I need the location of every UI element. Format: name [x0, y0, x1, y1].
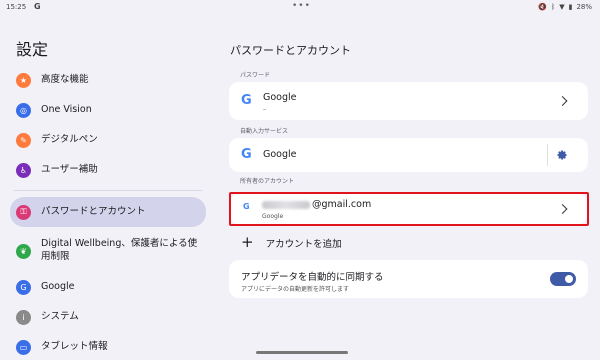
divider: [14, 190, 202, 191]
battery-percent: 28%: [576, 3, 592, 11]
sidebar-item-label: システム: [41, 310, 79, 322]
sidebar-item-label: デジタルペン: [41, 133, 98, 145]
sidebar-item-system[interactable]: i システム: [10, 303, 206, 331]
sidebar-item-digital-wellbeing[interactable]: ❦ Digital Wellbeing、保護者による使用制限: [10, 231, 206, 271]
password-manager-sub: –: [263, 106, 266, 113]
plus-icon: +: [241, 233, 254, 251]
home-gesture-bar[interactable]: [256, 351, 348, 354]
add-account-label: アカウントを追加: [265, 238, 342, 250]
auto-sync-row[interactable]: アプリデータを自動的に同期する アプリにデータの自動更新を許可します: [229, 260, 588, 298]
pen-icon: ✎: [16, 132, 31, 148]
sidebar-item-google[interactable]: G Google: [10, 273, 206, 301]
sidebar-item-label: ユーザー補助: [41, 163, 98, 175]
google-notification-icon: G: [34, 2, 41, 11]
sidebar-item-label: タブレット情報: [41, 340, 108, 352]
auto-sync-description: アプリにデータの自動更新を許可します: [241, 286, 350, 293]
autofill-service-row[interactable]: G Google: [229, 138, 588, 172]
accessibility-icon: ♿: [16, 162, 31, 178]
sidebar: ★ 高度な機能 ◎ One Vision ✎ デジタルペン ♿ ユーザー補助 ⚿…: [10, 66, 206, 360]
sidebar-item-label: One Vision: [41, 103, 92, 115]
auto-sync-toggle[interactable]: [550, 272, 576, 286]
password-manager-name: Google: [263, 92, 297, 103]
info-icon: i: [16, 309, 31, 325]
status-bar: 15:25 G ••• 🔇 ᛒ ▼ ▮ 28%: [0, 0, 600, 14]
sidebar-item-label: Google: [41, 280, 75, 292]
sidebar-item-passwords-accounts[interactable]: ⚿ パスワードとアカウント: [10, 197, 206, 227]
sidebar-item-label: 高度な機能: [41, 73, 89, 85]
google-icon: G: [16, 279, 31, 295]
eye-icon: ◎: [16, 102, 31, 118]
auto-sync-title: アプリデータを自動的に同期する: [241, 272, 384, 283]
settings-title: 設定: [16, 40, 49, 59]
bluetooth-icon: ᛒ: [550, 3, 556, 11]
google-logo-icon: G: [241, 147, 252, 162]
tablet-icon: ▭: [16, 339, 31, 355]
add-account-button[interactable]: + アカウントを追加: [241, 235, 342, 250]
status-time: 15:25: [6, 3, 27, 11]
sidebar-item-one-vision[interactable]: ◎ One Vision: [10, 96, 206, 124]
section-header-accounts: 所有者のアカウント: [240, 178, 295, 185]
wellbeing-icon: ❦: [16, 243, 31, 259]
section-header-passwords: パスワード: [240, 72, 271, 79]
sidebar-item-digital-pen[interactable]: ✎ デジタルペン: [10, 126, 206, 154]
sidebar-item-label: Digital Wellbeing、保護者による使用制限: [41, 238, 198, 262]
autofill-service-name: Google: [263, 149, 297, 160]
section-header-autofill: 自動入力サービス: [240, 128, 289, 135]
sidebar-item-tablet-info[interactable]: ▭ タブレット情報: [10, 333, 206, 360]
volume-mute-icon: 🔇: [538, 3, 547, 11]
sidebar-item-label: パスワードとアカウント: [41, 205, 146, 217]
google-logo-icon: G: [241, 93, 252, 108]
status-icons: 🔇 ᛒ ▼ ▮ 28%: [538, 3, 592, 11]
multiwindow-dots[interactable]: •••: [292, 1, 311, 11]
battery-icon: ▮: [568, 3, 573, 11]
divider: [547, 144, 548, 166]
wifi-icon: ▼: [559, 3, 565, 11]
page-title: パスワードとアカウント: [230, 44, 351, 57]
password-manager-row[interactable]: G Google –: [229, 82, 588, 120]
star-icon: ★: [16, 72, 31, 88]
sidebar-item-advanced[interactable]: ★ 高度な機能: [10, 66, 206, 94]
sidebar-item-accessibility[interactable]: ♿ ユーザー補助: [10, 156, 206, 184]
gear-icon[interactable]: [557, 150, 568, 161]
highlight-box: [229, 192, 589, 226]
chevron-right-icon: [557, 96, 568, 106]
key-icon: ⚿: [16, 204, 31, 220]
